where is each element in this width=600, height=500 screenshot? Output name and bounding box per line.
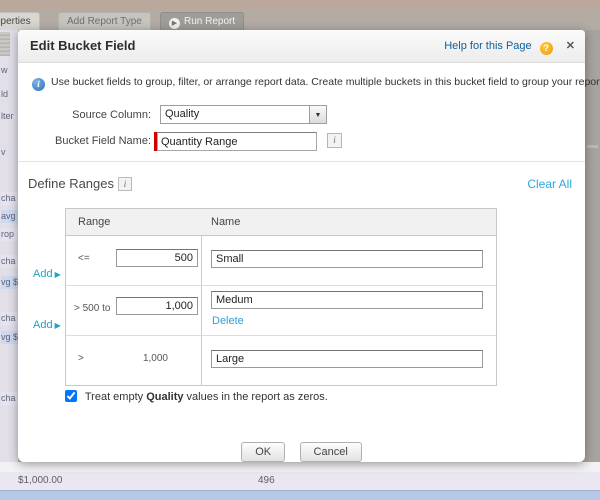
treat-empty-row: Treat empty Quality values in the report… [65, 390, 328, 403]
add-arrow-icon: ▶ [55, 270, 61, 279]
add-arrow-icon: ▶ [55, 321, 61, 330]
field-info-icon[interactable]: i [327, 133, 342, 148]
bg-text-fragment: cha [1, 312, 18, 325]
bucket-field-name-label: Bucket Field Name: [18, 131, 151, 151]
name-cell [201, 236, 496, 285]
total-amount: $1,000.00 [18, 472, 63, 490]
ranges-table: Range Name <= > 500 to Dele [65, 208, 497, 386]
range-value-input[interactable] [116, 249, 198, 267]
name-cell [201, 336, 496, 385]
browser-top-strip [0, 0, 600, 10]
run-report-button[interactable]: ▶ Run Report [160, 12, 244, 31]
table-row: > 500 to Delete [66, 286, 496, 336]
bg-text-fragment: rop [1, 228, 18, 241]
define-ranges-info-icon[interactable]: i [118, 177, 132, 191]
table-row: <= [66, 236, 496, 286]
background-left-pane: w ld lter v cha avg rop cha vg $ cha vg … [0, 30, 18, 470]
range-column-header: Range [78, 209, 110, 235]
help-link[interactable]: Help for this Page [444, 40, 531, 52]
play-icon: ▶ [169, 18, 180, 29]
table-row: > 1,000 [66, 336, 496, 385]
table-header-row: Range Name [66, 209, 496, 236]
dropdown-arrow-icon[interactable]: ▼ [309, 105, 327, 124]
bg-text-fragment: lter [1, 110, 18, 123]
help-icon[interactable]: ? [540, 42, 553, 55]
bg-text-fragment: cha [1, 392, 18, 405]
define-ranges-header: Define Ranges i [28, 176, 132, 191]
pane-grabber [0, 32, 10, 56]
info-message-bar: iUse bucket fields to group, filter, or … [32, 76, 577, 91]
clear-all-link[interactable]: Clear All [527, 177, 572, 191]
dialog-header: Edit Bucket Field Help for this Page ? ✕ [18, 30, 585, 63]
background-right-band [585, 30, 600, 470]
run-report-label: Run Report [184, 16, 235, 27]
range-cell: > 1,000 [66, 336, 202, 385]
bucket-name-input[interactable] [211, 250, 483, 268]
dialog-title: Edit Bucket Field [30, 30, 135, 62]
range-operator: > 500 to [74, 303, 110, 314]
info-icon: i [32, 78, 45, 91]
bg-text-fragment: vg $ [1, 331, 18, 344]
treat-empty-label: Treat empty Quality values in the report… [85, 391, 328, 403]
range-value-input[interactable] [116, 297, 198, 315]
treat-empty-text-before: Treat empty [85, 391, 146, 403]
dialog-buttons: OK Cancel [18, 442, 585, 462]
range-operator: > [78, 353, 84, 364]
source-column-label: Source Column: [18, 105, 151, 125]
report-totals-row: $1,000.00 496 [0, 472, 600, 490]
range-value-static: 1,000 [116, 353, 168, 364]
scroll-tick [587, 145, 598, 148]
info-message: Use bucket fields to group, filter, or a… [51, 76, 600, 88]
define-ranges-title: Define Ranges [28, 176, 114, 191]
add-bucket-link[interactable]: Add▶ [33, 268, 61, 280]
bg-text-fragment: cha [1, 192, 18, 205]
report-footer-band [0, 490, 600, 500]
dialog-header-actions: Help for this Page ? ✕ [444, 30, 575, 62]
cancel-button[interactable]: Cancel [300, 442, 362, 462]
add-report-type-button[interactable]: Add Report Type [58, 12, 151, 31]
bg-text-fragment: cha [1, 255, 18, 268]
treat-empty-text-after: values in the report as zeros. [184, 391, 328, 403]
bg-text-fragment: ld [1, 88, 18, 101]
section-divider [18, 161, 585, 162]
close-icon[interactable]: ✕ [566, 30, 575, 62]
ok-button[interactable]: OK [241, 442, 285, 462]
source-column-value[interactable]: Quality [160, 105, 309, 124]
treat-empty-checkbox[interactable] [65, 390, 77, 402]
add-label: Add [33, 268, 53, 280]
record-count: 496 [258, 472, 275, 490]
screen: operties Add Report Type ▶ Run Report w l… [0, 0, 600, 500]
tab-report-properties[interactable]: operties [0, 12, 40, 31]
treat-empty-field-name: Quality [146, 391, 183, 403]
range-operator: <= [78, 253, 90, 264]
bucket-name-input[interactable] [211, 291, 483, 309]
range-cell: <= [66, 236, 202, 285]
add-label: Add [33, 319, 53, 331]
bg-text-fragment: v [1, 146, 18, 159]
bg-text-fragment: avg [1, 210, 18, 223]
name-column-header: Name [211, 209, 240, 235]
add-bucket-link[interactable]: Add▶ [33, 319, 61, 331]
range-cell: > 500 to [66, 286, 202, 335]
bg-text-fragment: w [1, 64, 18, 77]
background-gap [0, 462, 600, 472]
edit-bucket-field-dialog: Edit Bucket Field Help for this Page ? ✕… [18, 30, 585, 462]
delete-link[interactable]: Delete [212, 315, 244, 327]
bucket-name-input[interactable] [211, 350, 483, 368]
bucket-field-name-input[interactable] [157, 132, 317, 151]
report-builder-toolbar: operties Add Report Type ▶ Run Report [0, 10, 600, 30]
bg-text-fragment: vg $ [1, 276, 18, 289]
name-cell: Delete [201, 286, 496, 335]
